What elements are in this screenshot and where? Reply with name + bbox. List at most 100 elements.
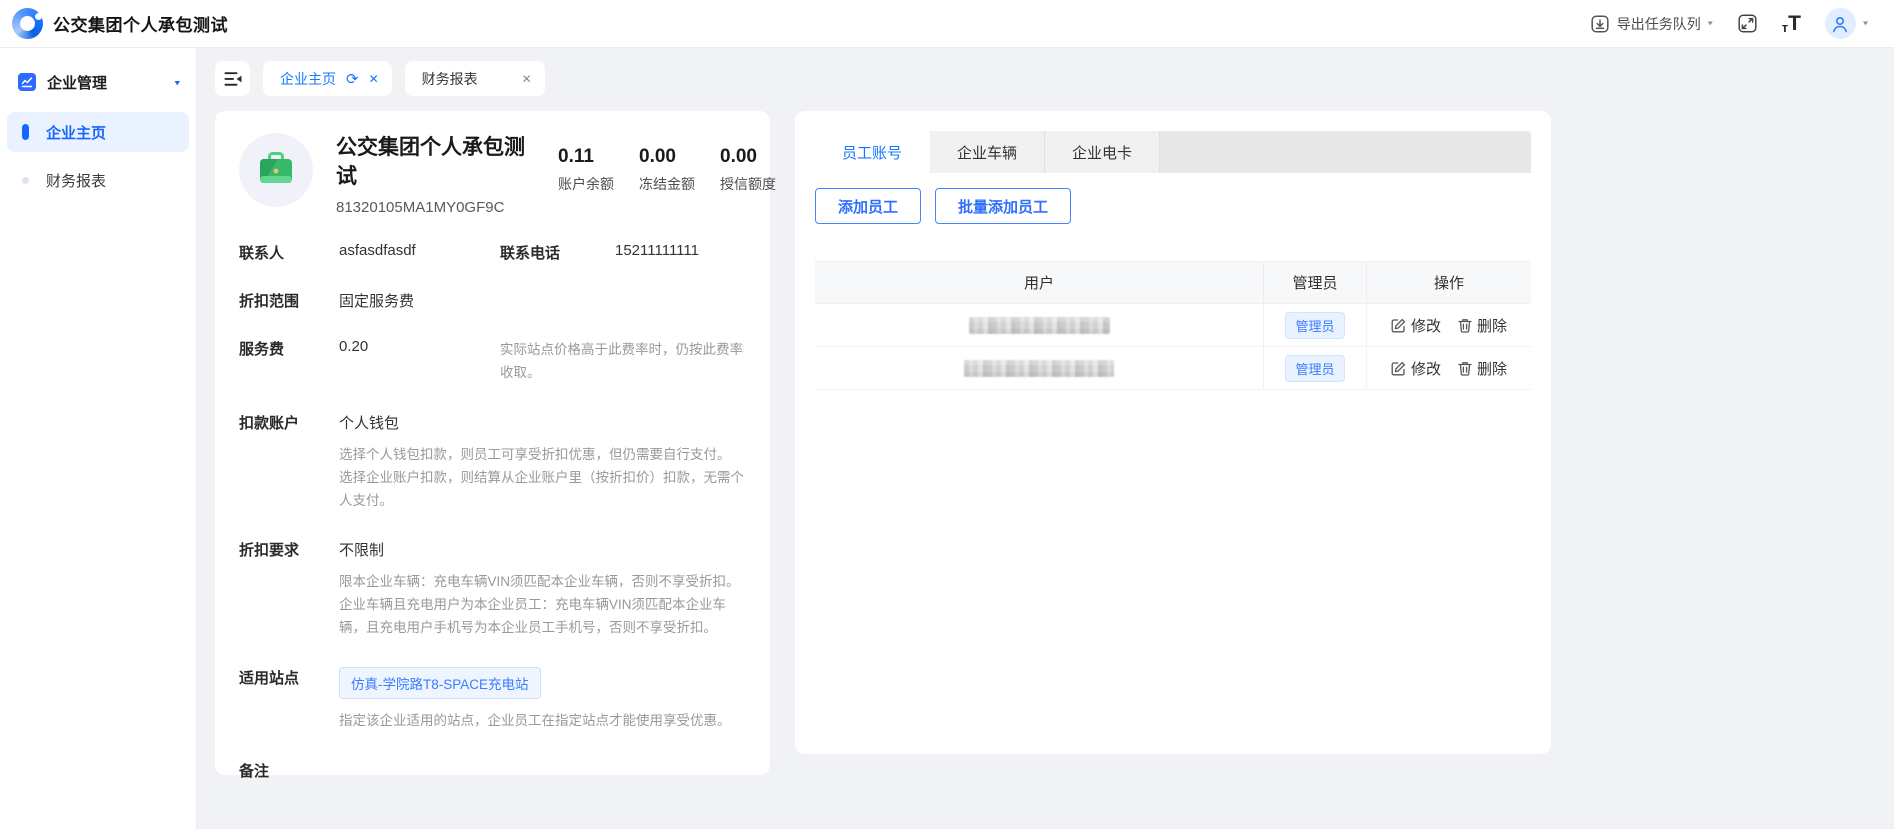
stat-value: 0.00 <box>639 146 703 168</box>
fullscreen-icon <box>1737 13 1758 34</box>
page-tab-bar: 企业主页 ⟳ ✕ 财务报表 ✕ <box>215 61 1894 96</box>
debit-account-label: 扣款账户 <box>239 412 339 433</box>
edit-action[interactable]: 修改 <box>1391 358 1441 379</box>
delete-action[interactable]: 删除 <box>1458 358 1507 379</box>
stat-label: 授信额度 <box>720 174 784 195</box>
sidebar-item-label: 企业主页 <box>46 122 106 143</box>
app-title: 公交集团个人承包测试 <box>53 11 228 36</box>
tab-label: 员工账号 <box>842 142 902 163</box>
brand: 公交集团个人承包测试 <box>12 8 228 39</box>
layout: 企业管理 ▾ 企业主页 财务报表 <box>0 48 1894 829</box>
stations-label: 适用站点 <box>239 667 339 688</box>
header-actions: 导出任务队列 ▾ тT <box>1590 8 1868 39</box>
batch-add-employee-button[interactable]: 批量添加员工 <box>935 188 1071 224</box>
company-info-card: 公交集团个人承包测试 81320105MA1MY0GF9C 0.11 账户余额 … <box>215 111 770 775</box>
trash-icon <box>1458 361 1472 376</box>
column-header-actions: 操作 <box>1366 262 1531 303</box>
add-employee-button[interactable]: 添加员工 <box>815 188 921 224</box>
export-queue-label: 导出任务队列 <box>1617 14 1701 34</box>
contact-row: 联系人 asfasdfasdf 联系电话 15211111111 <box>239 242 746 263</box>
discount-requirement-label: 折扣要求 <box>239 539 339 560</box>
employee-table: 用户 管理员 操作 管理员 <box>815 261 1531 390</box>
stat-label: 冻结金额 <box>639 174 703 195</box>
tab-employee-accounts[interactable]: 员工账号 <box>815 131 930 173</box>
redacted-username <box>969 317 1110 334</box>
menu-fold-button[interactable] <box>215 61 250 96</box>
fullscreen-button[interactable] <box>1737 13 1758 34</box>
close-icon[interactable]: ✕ <box>522 72 532 86</box>
tab-label: 企业车辆 <box>957 142 1017 163</box>
actions-cell: 修改 删除 <box>1366 304 1531 346</box>
edit-label: 修改 <box>1411 315 1441 336</box>
service-fee-value: 0.20 <box>339 338 500 355</box>
remark-row: 备注 <box>239 760 746 781</box>
service-fee-row: 服务费 0.20 实际站点价格高于此费率时，仍按此费率收取。 <box>239 338 746 385</box>
tab-company-vehicles[interactable]: 企业车辆 <box>930 131 1045 173</box>
edit-action[interactable]: 修改 <box>1391 315 1441 336</box>
service-fee-label: 服务费 <box>239 338 339 359</box>
redacted-username <box>964 360 1114 377</box>
phone-label: 联系电话 <box>500 242 615 263</box>
stations-note: 指定该企业适用的站点，企业员工在指定站点才能使用享受优惠。 <box>339 710 746 733</box>
content: 公交集团个人承包测试 81320105MA1MY0GF9C 0.11 账户余额 … <box>215 111 1894 829</box>
remark-label: 备注 <box>239 760 339 781</box>
active-indicator <box>22 124 29 140</box>
sidebar-item-company-home[interactable]: 企业主页 <box>7 112 189 152</box>
tab-company-charge-cards[interactable]: 企业电卡 <box>1045 131 1160 173</box>
download-tray-icon <box>1590 14 1610 34</box>
stat-credit: 0.00 授信额度 <box>720 146 784 216</box>
phone-value: 15211111111 <box>615 242 699 259</box>
chart-icon <box>18 73 36 91</box>
company-name: 公交集团个人承包测试 <box>336 133 542 192</box>
sidebar-item-finance-report[interactable]: 财务报表 <box>7 160 189 200</box>
company-stats: 0.11 账户余额 0.00 冻结金额 0.00 授信额度 <box>558 133 784 216</box>
tab-label: 企业主页 <box>280 69 336 89</box>
actions-cell: 修改 删除 <box>1366 347 1531 389</box>
chevron-down-icon: ▾ <box>174 77 180 87</box>
sidebar-items: 企业主页 财务报表 <box>0 112 196 200</box>
header: 公交集团个人承包测试 导出任务队列 ▾ <box>0 0 1894 48</box>
company-meta: 公交集团个人承包测试 81320105MA1MY0GF9C 0.11 账户余额 … <box>336 133 784 216</box>
menu-fold-icon <box>224 71 242 87</box>
column-header-user: 用户 <box>815 262 1263 303</box>
sidebar-group-enterprise[interactable]: 企业管理 ▾ <box>0 68 196 96</box>
tab-finance-report[interactable]: 财务报表 ✕ <box>405 61 545 96</box>
table-row: 管理员 修改 <box>815 304 1531 347</box>
user-cell <box>815 347 1263 389</box>
admin-cell: 管理员 <box>1263 347 1366 389</box>
stat-value: 0.00 <box>720 146 784 168</box>
edit-icon <box>1391 318 1406 333</box>
discount-scope-label: 折扣范围 <box>239 290 339 311</box>
close-icon[interactable]: ✕ <box>369 72 379 86</box>
station-tag[interactable]: 仿真-学院路T8-SPACE充电站 <box>339 667 541 699</box>
export-queue-button[interactable]: 导出任务队列 ▾ <box>1590 14 1713 34</box>
caret-down-icon: ▾ <box>1863 19 1868 28</box>
delete-label: 删除 <box>1477 358 1507 379</box>
tab-company-home[interactable]: 企业主页 ⟳ ✕ <box>263 61 392 96</box>
stat-frozen: 0.00 冻结金额 <box>639 146 703 216</box>
refresh-icon[interactable]: ⟳ <box>346 70 359 88</box>
delete-action[interactable]: 删除 <box>1458 315 1507 336</box>
service-fee-note: 实际站点价格高于此费率时，仍按此费率收取。 <box>500 338 746 385</box>
company-avatar <box>239 133 313 207</box>
admin-badge[interactable]: 管理员 <box>1285 312 1344 339</box>
sidebar: 企业管理 ▾ 企业主页 财务报表 <box>0 48 197 829</box>
sidebar-item-label: 财务报表 <box>46 170 106 191</box>
font-size-button[interactable]: тT <box>1782 13 1801 34</box>
stat-label: 账户余额 <box>558 174 622 195</box>
delete-label: 删除 <box>1477 315 1507 336</box>
admin-badge[interactable]: 管理员 <box>1285 355 1344 382</box>
table-header: 用户 管理员 操作 <box>815 261 1531 304</box>
user-cell <box>815 304 1263 346</box>
avatar <box>1825 8 1856 39</box>
app-root: 公交集团个人承包测试 导出任务队列 ▾ <box>0 0 1894 829</box>
edit-label: 修改 <box>1411 358 1441 379</box>
user-menu[interactable]: ▾ <box>1825 8 1868 39</box>
company-code: 81320105MA1MY0GF9C <box>336 199 542 216</box>
stat-value: 0.11 <box>558 146 622 168</box>
tab-label: 企业电卡 <box>1072 142 1132 163</box>
contact-value: asfasdfasdf <box>339 242 500 259</box>
admin-cell: 管理员 <box>1263 304 1366 346</box>
briefcase-icon <box>256 151 296 189</box>
discount-scope-row: 折扣范围 固定服务费 <box>239 290 746 311</box>
